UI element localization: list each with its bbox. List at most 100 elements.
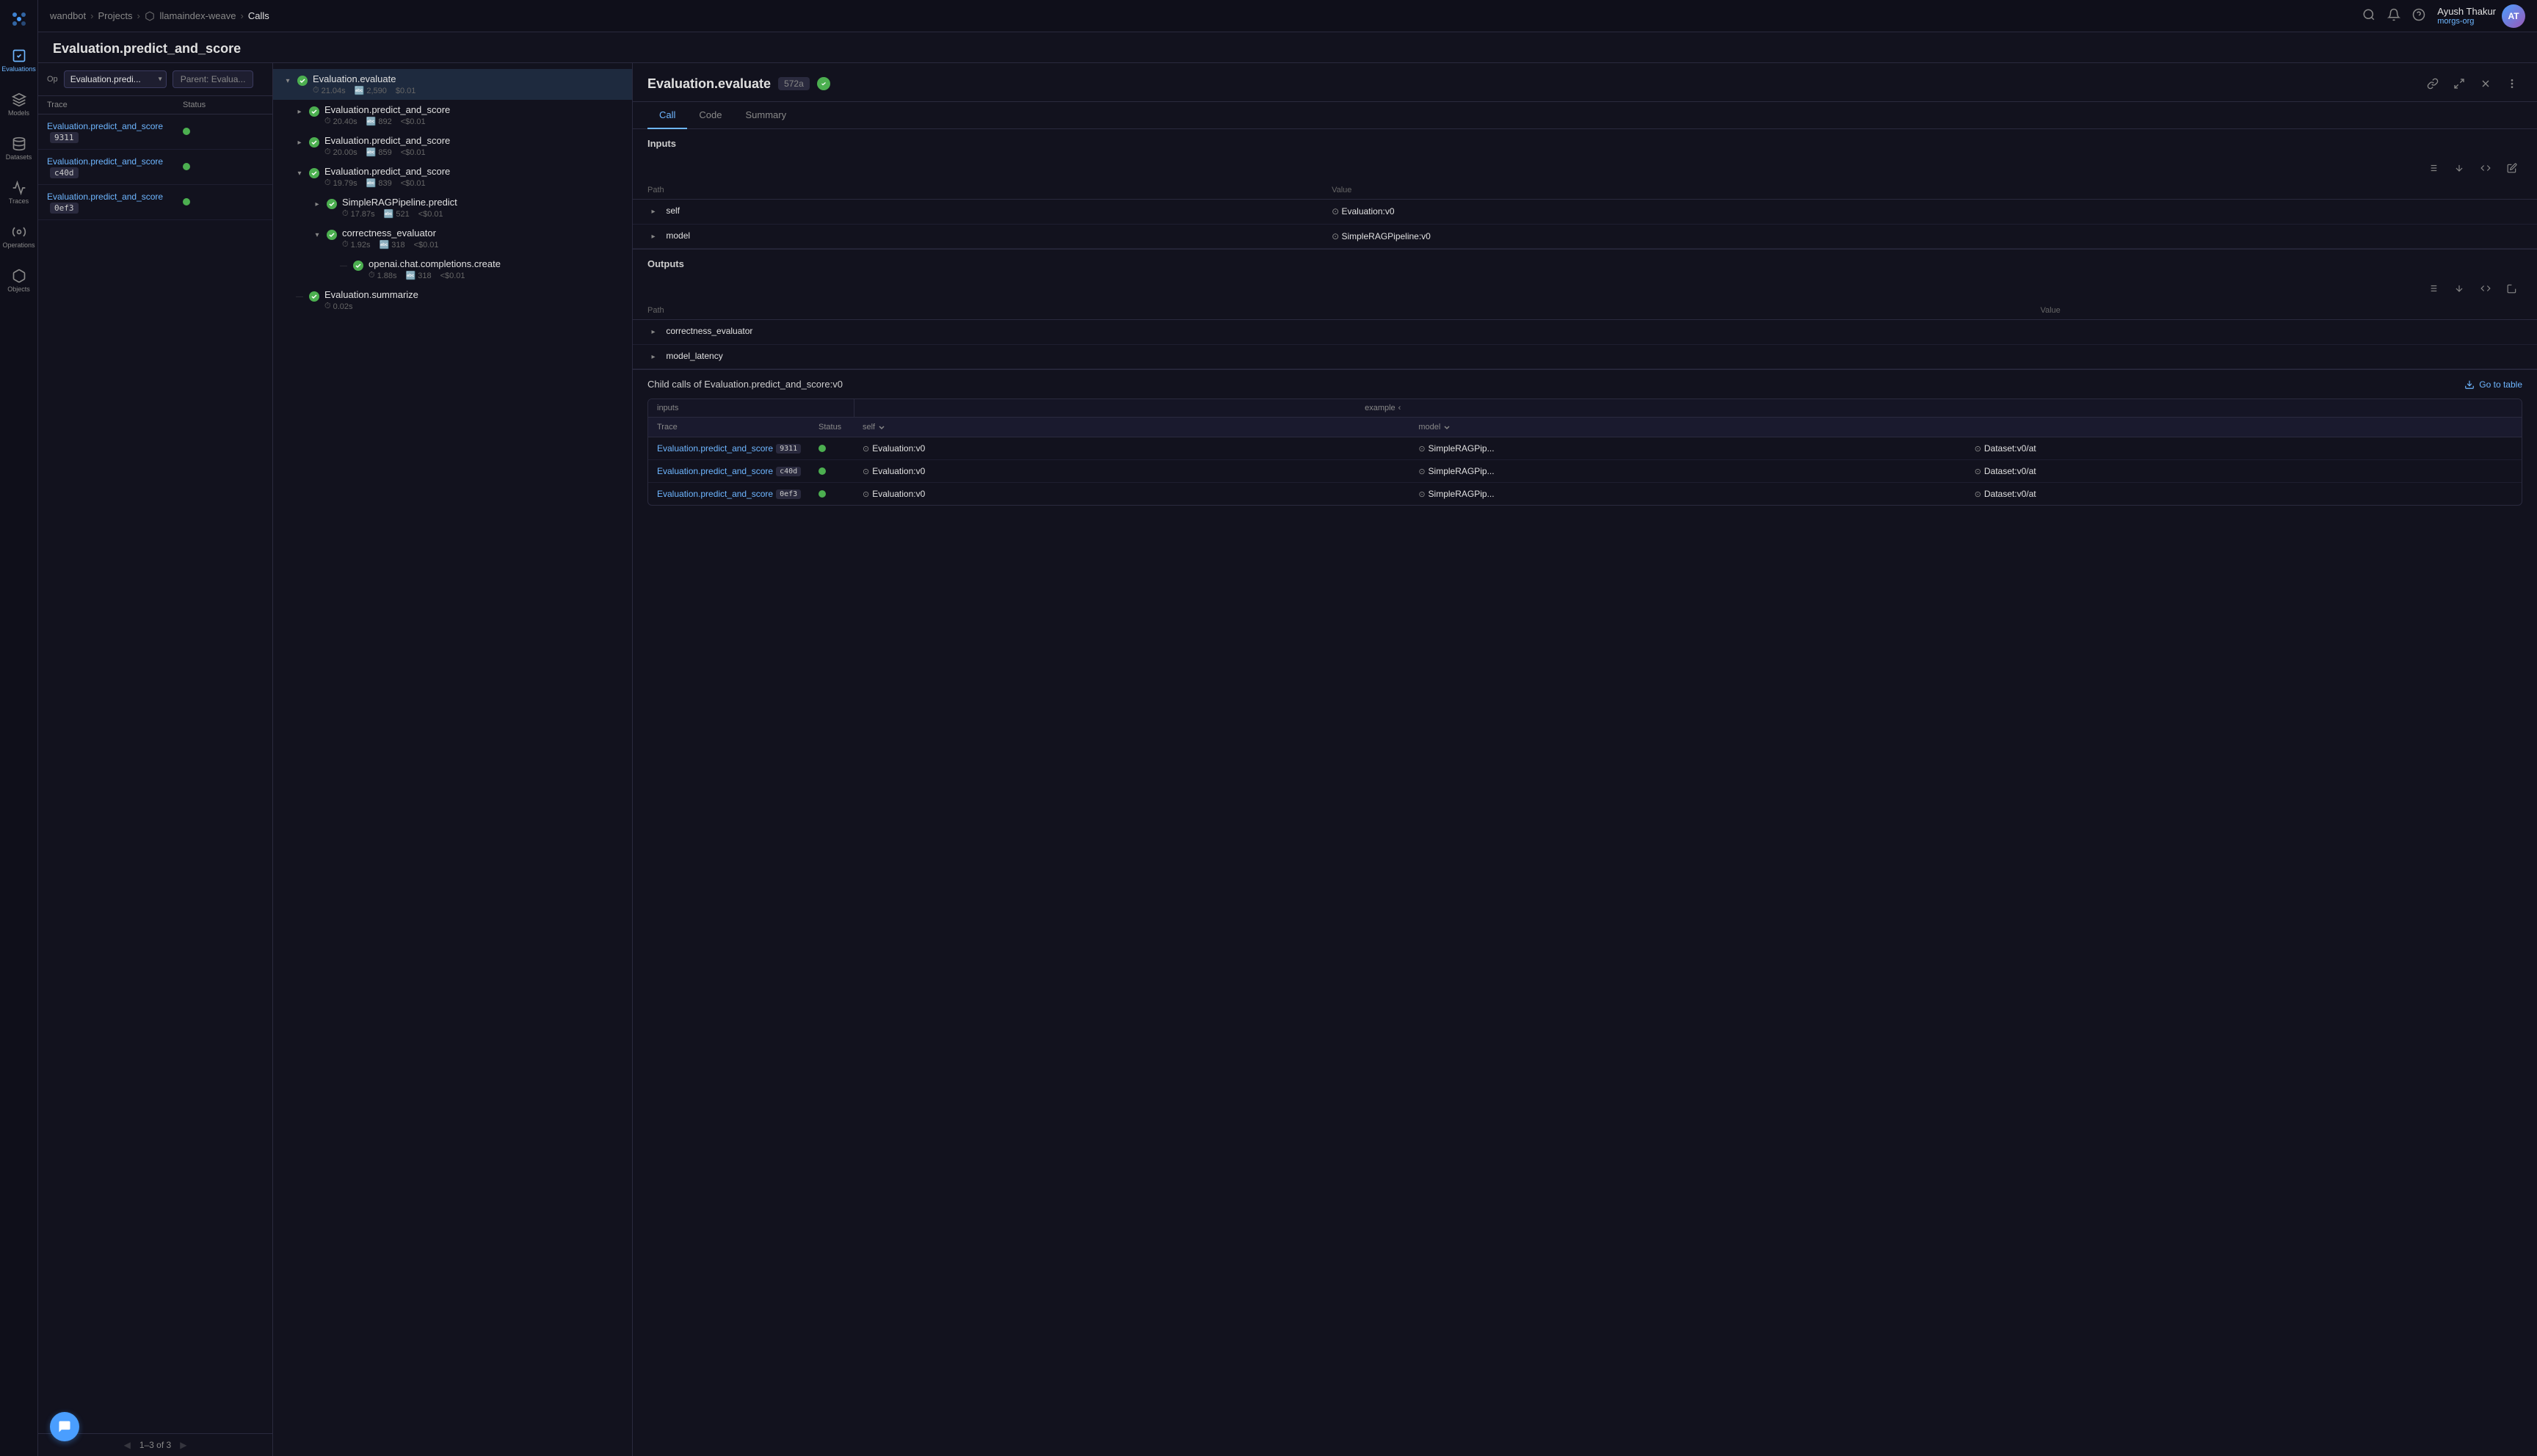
output-row-correctness[interactable]: ▸ correctness_evaluator xyxy=(633,320,2537,345)
expand-latency-btn[interactable]: ▸ xyxy=(647,351,659,363)
tab-call[interactable]: Call xyxy=(647,102,687,129)
parent-filter-badge[interactable]: Parent: Evalua... xyxy=(173,70,254,88)
sidebar-item-datasets-label: Datasets xyxy=(6,153,32,161)
trace-row[interactable]: Evaluation.predict_and_score 9311 xyxy=(38,114,272,150)
input-row-self[interactable]: ▸ self ⊙ Evaluation:v0 xyxy=(633,200,2537,225)
main-area: wandbot › Projects › llamaindex-weave › … xyxy=(38,0,2537,1456)
tree-name-predict-2: Evaluation.predict_and_score xyxy=(324,135,623,146)
avatar[interactable]: AT xyxy=(2502,4,2525,28)
tree-item-evaluate[interactable]: ▾ Evaluation.evaluate ⏱ 21.04s 🔤 2, xyxy=(273,69,632,100)
trace-row[interactable]: Evaluation.predict_and_score c40d xyxy=(38,150,272,185)
op-filter-select[interactable]: Evaluation.predi... xyxy=(64,70,167,88)
notification-icon[interactable] xyxy=(2387,8,2400,23)
col-header-trace: Trace xyxy=(648,418,810,437)
tree-toggle-predict-2[interactable]: ▸ xyxy=(294,136,305,148)
expand-model-btn[interactable]: ▸ xyxy=(647,230,659,242)
expand-self-btn[interactable]: ▸ xyxy=(647,206,659,218)
sidebar-item-objects[interactable]: Objects xyxy=(3,260,35,301)
edit-icon[interactable] xyxy=(2502,158,2522,178)
tree-item-openai[interactable]: — openai.chat.completions.create ⏱ 1.88s xyxy=(273,254,632,285)
outputs-path-header: Path xyxy=(633,302,2025,320)
outputs-list-view-icon[interactable] xyxy=(2422,278,2443,299)
sidebar-item-operations[interactable]: Operations xyxy=(3,216,35,257)
detail-tabs: Call Code Summary xyxy=(633,102,2537,129)
tree-item-correctness[interactable]: ▾ correctness_evaluator ⏱ 1.92s 🔤 3 xyxy=(273,223,632,254)
expand-correctness-btn[interactable]: ▸ xyxy=(647,327,659,338)
col-header-status: Status xyxy=(810,418,854,437)
breadcrumb-projects[interactable]: Projects xyxy=(98,10,133,21)
help-icon[interactable] xyxy=(2412,8,2425,23)
child-trace-name-2: Evaluation.predict_and_score xyxy=(657,466,773,476)
app-logo[interactable] xyxy=(6,6,32,32)
tree-toggle-evaluate[interactable]: ▾ xyxy=(282,75,294,87)
link-icon[interactable] xyxy=(2422,73,2443,94)
tree-item-summarize[interactable]: — Evaluation.summarize ⏱ 0.02s xyxy=(273,285,632,316)
breadcrumb-llamaindex[interactable]: llamaindex-weave xyxy=(145,10,236,22)
tree-status-icon-predict-1 xyxy=(308,106,320,117)
child-badge-1: 9311 xyxy=(776,444,801,454)
user-info: Ayush Thakur morgs-org AT xyxy=(2437,4,2525,28)
child-table-group-headers: inputs example ‹ xyxy=(648,399,2522,418)
tree-name-correctness: correctness_evaluator xyxy=(342,228,623,239)
tree-meta-openai: ⏱ 1.88s 🔤 318 <$0.01 xyxy=(369,271,623,280)
pagination-text: 1–3 of 3 xyxy=(139,1440,171,1450)
sidebar-item-traces[interactable]: Traces xyxy=(3,172,35,213)
child-dataset-1: Dataset:v0/at xyxy=(1984,443,2036,454)
code-view-icon[interactable] xyxy=(2475,158,2496,178)
outputs-sort-icon[interactable] xyxy=(2449,278,2469,299)
tree-toggle-summarize[interactable]: — xyxy=(294,291,305,302)
tab-summary[interactable]: Summary xyxy=(733,102,798,129)
breadcrumb-sep-2: › xyxy=(137,10,139,21)
go-to-table-btn[interactable]: Go to table xyxy=(2464,379,2522,390)
trace-status-2 xyxy=(183,163,190,170)
tree-toggle-predict-1[interactable]: ▸ xyxy=(294,106,305,117)
chat-bubble[interactable] xyxy=(50,1412,79,1441)
child-self-icon-3: ⊙ xyxy=(863,489,869,499)
child-table-row-1[interactable]: Evaluation.predict_and_score 9311 ⊙ Eval… xyxy=(648,437,2522,460)
output-row-latency[interactable]: ▸ model_latency xyxy=(633,344,2537,369)
sidebar-item-evaluations[interactable]: Evaluations xyxy=(3,40,35,81)
detail-header: Evaluation.evaluate 572a xyxy=(633,63,2537,102)
tree-toggle-correctness[interactable]: ▾ xyxy=(311,229,323,241)
outputs-code-view-icon[interactable] xyxy=(2475,278,2496,299)
list-view-icon[interactable] xyxy=(2422,158,2443,178)
child-table-row-2[interactable]: Evaluation.predict_and_score c40d ⊙ Eval… xyxy=(648,460,2522,483)
tree-item-rag[interactable]: ▸ SimpleRAGPipeline.predict ⏱ 17.87s xyxy=(273,192,632,223)
prev-page-btn[interactable]: ◀ xyxy=(124,1440,131,1450)
tree-toggle-rag[interactable]: ▸ xyxy=(311,198,323,210)
sidebar-item-models-label: Models xyxy=(8,109,29,117)
tree-content-predict-3: Evaluation.predict_and_score ⏱ 19.79s 🔤 … xyxy=(324,166,623,188)
trace-name-2: Evaluation.predict_and_score xyxy=(47,156,163,167)
trace-row[interactable]: Evaluation.predict_and_score 0ef3 xyxy=(38,185,272,220)
tree-toggle-openai[interactable]: — xyxy=(338,260,349,272)
tree-item-predict-3[interactable]: ▾ Evaluation.predict_and_score ⏱ 19.79s xyxy=(273,161,632,192)
tree-item-predict-1[interactable]: ▸ Evaluation.predict_and_score ⏱ 20.40s xyxy=(273,100,632,131)
sort-icon[interactable] xyxy=(2449,158,2469,178)
tree-status-icon-correctness xyxy=(326,229,338,241)
breadcrumb-wandbot[interactable]: wandbot xyxy=(50,10,86,21)
detail-header-actions xyxy=(2422,73,2522,94)
child-table-row-3[interactable]: Evaluation.predict_and_score 0ef3 ⊙ Eval… xyxy=(648,483,2522,505)
child-status-3 xyxy=(819,490,826,498)
next-page-btn[interactable]: ▶ xyxy=(180,1440,186,1450)
search-icon[interactable] xyxy=(2362,8,2376,23)
sidebar-item-datasets[interactable]: Datasets xyxy=(3,128,35,169)
tree-item-predict-2[interactable]: ▸ Evaluation.predict_and_score ⏱ 20.00s xyxy=(273,131,632,161)
page-title: Evaluation.predict_and_score xyxy=(53,41,241,57)
tree-name-rag: SimpleRAGPipeline.predict xyxy=(342,197,623,208)
tree-toggle-predict-3[interactable]: ▾ xyxy=(294,167,305,179)
col-header-self[interactable]: self xyxy=(854,418,1409,437)
input-row-model[interactable]: ▸ model ⊙ SimpleRAGPipeline:v0 xyxy=(633,224,2537,249)
sidebar-item-models[interactable]: Models xyxy=(3,84,35,125)
trace-badge-2: c40d xyxy=(50,167,79,178)
tree-content-rag: SimpleRAGPipeline.predict ⏱ 17.87s 🔤 521… xyxy=(342,197,623,219)
expand-icon[interactable] xyxy=(2449,73,2469,94)
more-icon[interactable] xyxy=(2502,73,2522,94)
child-calls-section: Child calls of Evaluation.predict_and_sc… xyxy=(633,370,2537,514)
trace-status-3 xyxy=(183,198,190,205)
tab-code[interactable]: Code xyxy=(687,102,733,129)
close-icon[interactable] xyxy=(2475,73,2496,94)
outputs-edit-icon[interactable] xyxy=(2502,278,2522,299)
col-header-model[interactable]: model xyxy=(1409,418,1965,437)
child-status-1 xyxy=(819,445,826,452)
